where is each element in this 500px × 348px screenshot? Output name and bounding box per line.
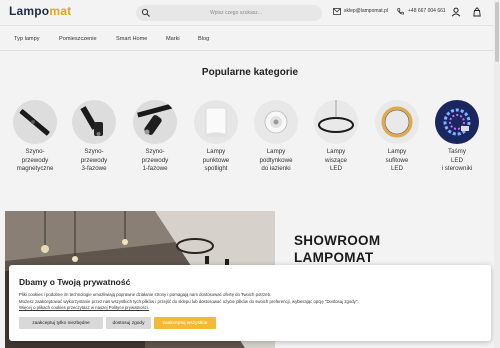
category-label: Szyno-przewody magnetyczne <box>16 148 54 172</box>
cookie-title: Dbamy o Twoją prywatność <box>19 277 131 287</box>
logo-accent: mat <box>49 4 72 18</box>
category-card[interactable]: Szyno-przewody 3-fazowe <box>66 100 122 174</box>
category-card[interactable]: Lampy punktowe spotlight <box>188 100 244 174</box>
nav-item-typ-lampy[interactable]: Typ lampy <box>14 36 40 42</box>
main-nav: Typ lampy Pomieszczenie Smart Home Marki… <box>0 27 500 51</box>
category-label: Lampy podtynkowe do łazienki <box>259 148 293 172</box>
logo[interactable]: Lampomat <box>9 4 71 18</box>
category-label: Lampy wiszące LED <box>324 148 347 172</box>
logo-main: Lampo <box>9 4 50 18</box>
privacy-policy-link[interactable]: Więcej o plikach cookies przeczytasz w n… <box>19 305 484 312</box>
nav-item-blog[interactable]: Blog <box>198 36 209 42</box>
cookie-text: Pliki cookies i podobne im technologie u… <box>19 292 484 312</box>
category-card[interactable]: Szyno-przewody 1-fazowe <box>127 100 183 174</box>
category-label: Lampy sufitowe LED <box>385 148 409 172</box>
category-label: Taśmy LED i sterowniki <box>441 148 473 172</box>
nav-item-smart-home[interactable]: Smart Home <box>116 36 147 42</box>
search-input[interactable] <box>156 7 316 19</box>
site-header: Lampomat sklep@lampomat.pl +48 667 004 6… <box>0 0 500 26</box>
email-link[interactable]: sklep@lampomat.pl <box>344 8 388 14</box>
category-image <box>314 100 358 144</box>
nav-item-pomieszczenie[interactable]: Pomieszczenie <box>59 36 97 42</box>
scrollbar[interactable] <box>494 0 500 348</box>
category-card[interactable]: Szyno-przewody magnetyczne <box>7 100 63 174</box>
cookie-consent-dialog: Dbamy o Twoją prywatność Pliki cookies i… <box>9 265 491 341</box>
showroom-title: SHOWROOM LAMPOMAT <box>294 233 381 265</box>
category-card[interactable]: Lampy sufitowe LED <box>369 100 425 174</box>
category-card[interactable]: Lampy wiszące LED <box>308 100 364 174</box>
accept-all-button[interactable]: zaakceptuj wszystkie <box>154 317 216 329</box>
category-card[interactable]: Lampy podtynkowe do łazienki <box>248 100 304 174</box>
accept-necessary-button[interactable]: zaakceptuj tylko niezbędne <box>19 317 103 329</box>
category-image <box>254 100 298 144</box>
category-image <box>194 100 238 144</box>
search-icon[interactable] <box>141 8 151 18</box>
search-bar[interactable] <box>136 5 322 21</box>
category-label: Szyno-przewody 1-fazowe <box>141 148 169 172</box>
category-image <box>13 100 57 144</box>
categories-title: Popularne kategorie <box>201 67 299 78</box>
scrollbar-thumb[interactable] <box>495 2 499 62</box>
cart-icon[interactable] <box>472 7 482 17</box>
mail-icon <box>333 8 341 15</box>
category-label: Szyno-przewody 3-fazowe <box>80 148 108 172</box>
category-image <box>375 100 419 144</box>
user-icon[interactable] <box>451 7 461 17</box>
category-card[interactable]: Taśmy LED i sterowniki <box>429 100 485 174</box>
customize-consent-button[interactable]: dostosuj zgody <box>106 317 151 329</box>
nav-item-marki[interactable]: Marki <box>166 36 180 42</box>
category-image <box>435 100 479 144</box>
category-image <box>133 100 177 144</box>
phone-link[interactable]: +48 667 004 661 <box>408 8 446 14</box>
category-image <box>72 100 116 144</box>
phone-icon <box>397 8 404 15</box>
category-label: Lampy punktowe spotlight <box>202 148 230 172</box>
